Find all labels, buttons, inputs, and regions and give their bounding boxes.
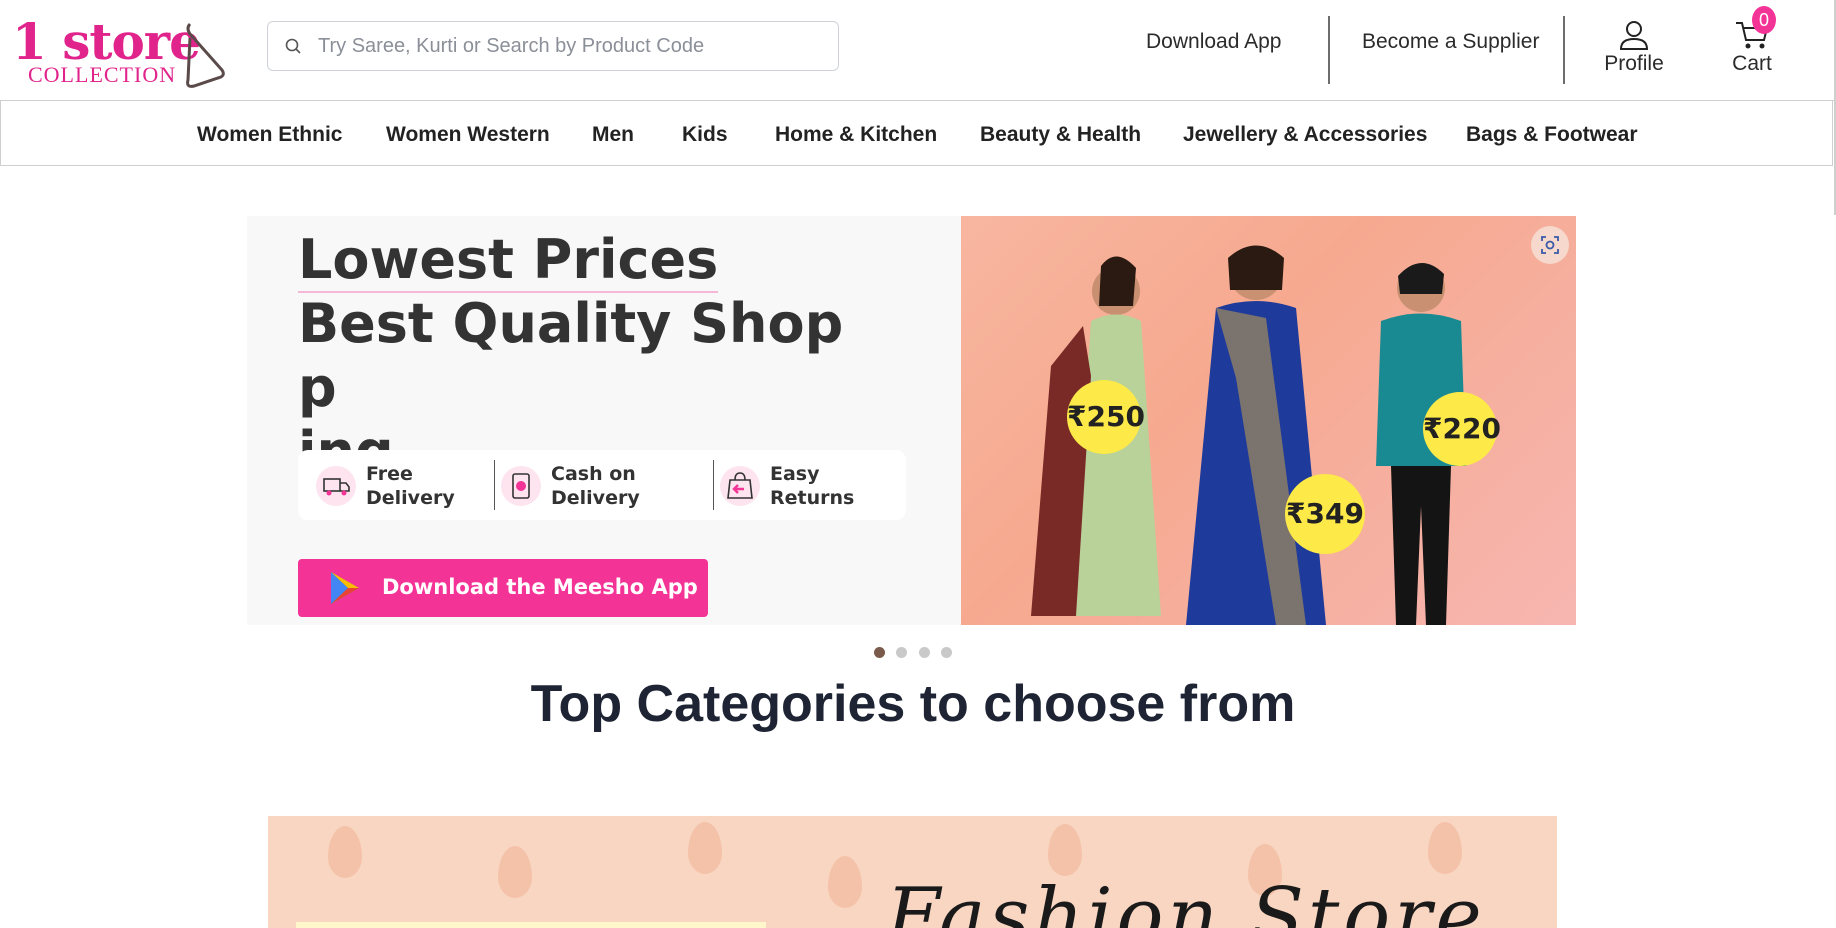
price-badge: ₹349 (1285, 474, 1365, 554)
category-jewellery-accessories[interactable]: Jewellery & Accessories (1183, 123, 1427, 147)
hero-title-line-1: Lowest Prices (298, 228, 719, 293)
category-women-ethnic[interactable]: Women Ethnic (197, 123, 342, 147)
hanger-icon (186, 22, 225, 88)
category-nav: Women Ethnic Women Western Men Kids Home… (0, 101, 1833, 166)
leaf-decoration (328, 826, 362, 878)
download-app-link[interactable]: Download App (1146, 30, 1281, 54)
cart-count-badge: 0 (1752, 6, 1776, 34)
play-store-icon (331, 572, 359, 604)
category-bags-footwear[interactable]: Bags & Footwear (1466, 123, 1638, 147)
search-bar[interactable] (267, 21, 839, 71)
hero-title-line-2: Best Quality Shopp (298, 292, 844, 419)
brand-logo[interactable]: 1 store COLLECTION (12, 14, 232, 92)
feature-divider (713, 460, 714, 510)
search-input[interactable] (316, 22, 826, 70)
category-beauty-health[interactable]: Beauty & Health (980, 123, 1141, 147)
hero-text-panel: Lowest Prices Best Quality Shopp ing Fre… (247, 216, 961, 625)
cart-label: Cart (1732, 52, 1772, 75)
feature-label: Free Delivery (366, 463, 455, 509)
header-divider (1563, 16, 1565, 84)
carousel-dot-1[interactable] (874, 647, 885, 658)
price-badge: ₹250 (1067, 380, 1145, 454)
leaf-decoration (498, 846, 532, 898)
feature-label: Easy Returns (770, 463, 855, 509)
category-kids[interactable]: Kids (682, 123, 728, 147)
hero-banner[interactable]: Lowest Prices Best Quality Shopp ing Fre… (247, 216, 1576, 625)
download-app-button-label: Download the Meesho App (382, 575, 698, 599)
cash-icon (501, 466, 541, 506)
download-app-button[interactable]: Download the Meesho App (298, 559, 708, 617)
model-saree-image (1186, 245, 1326, 625)
category-men[interactable]: Men (592, 123, 634, 147)
header-divider (1328, 16, 1330, 84)
hero-image-panel: ₹250 ₹349 ₹220 (961, 216, 1576, 625)
carousel-dot-4[interactable] (941, 647, 952, 658)
fashion-store-banner[interactable]: Fashion Store (268, 816, 1557, 928)
search-icon (285, 38, 301, 54)
delivery-truck-icon (316, 466, 356, 506)
promo-text: Fashion Store (886, 872, 1486, 928)
return-bag-icon (720, 466, 760, 506)
carousel-dot-2[interactable] (896, 647, 907, 658)
top-categories-title: Top Categories to choose from (530, 675, 1296, 733)
leaf-decoration (688, 822, 722, 874)
promo-highlight-bar (296, 922, 766, 928)
leaf-decoration (828, 856, 862, 908)
category-home-kitchen[interactable]: Home & Kitchen (775, 123, 937, 147)
feature-divider (494, 460, 495, 510)
leaf-decoration (1048, 824, 1082, 876)
profile-label: Profile (1604, 52, 1664, 75)
user-icon (1619, 21, 1649, 50)
leaf-decoration (1428, 822, 1462, 874)
feature-strip: Free Delivery Cash on Delivery Easy Retu… (298, 450, 906, 520)
feature-label: Cash on Delivery (551, 463, 640, 509)
carousel-dot-3[interactable] (919, 647, 930, 658)
become-supplier-link[interactable]: Become a Supplier (1362, 30, 1539, 54)
hero-title: Lowest Prices Best Quality Shopp ing (298, 228, 858, 485)
logo-sub-text: COLLECTION (28, 62, 177, 87)
lens-search-icon[interactable] (1531, 226, 1569, 264)
price-badge: ₹220 (1423, 392, 1501, 466)
category-women-western[interactable]: Women Western (386, 123, 550, 147)
top-header: 1 store COLLECTION Download App Become a… (0, 0, 1836, 101)
profile-button[interactable]: Profile (1600, 18, 1668, 76)
